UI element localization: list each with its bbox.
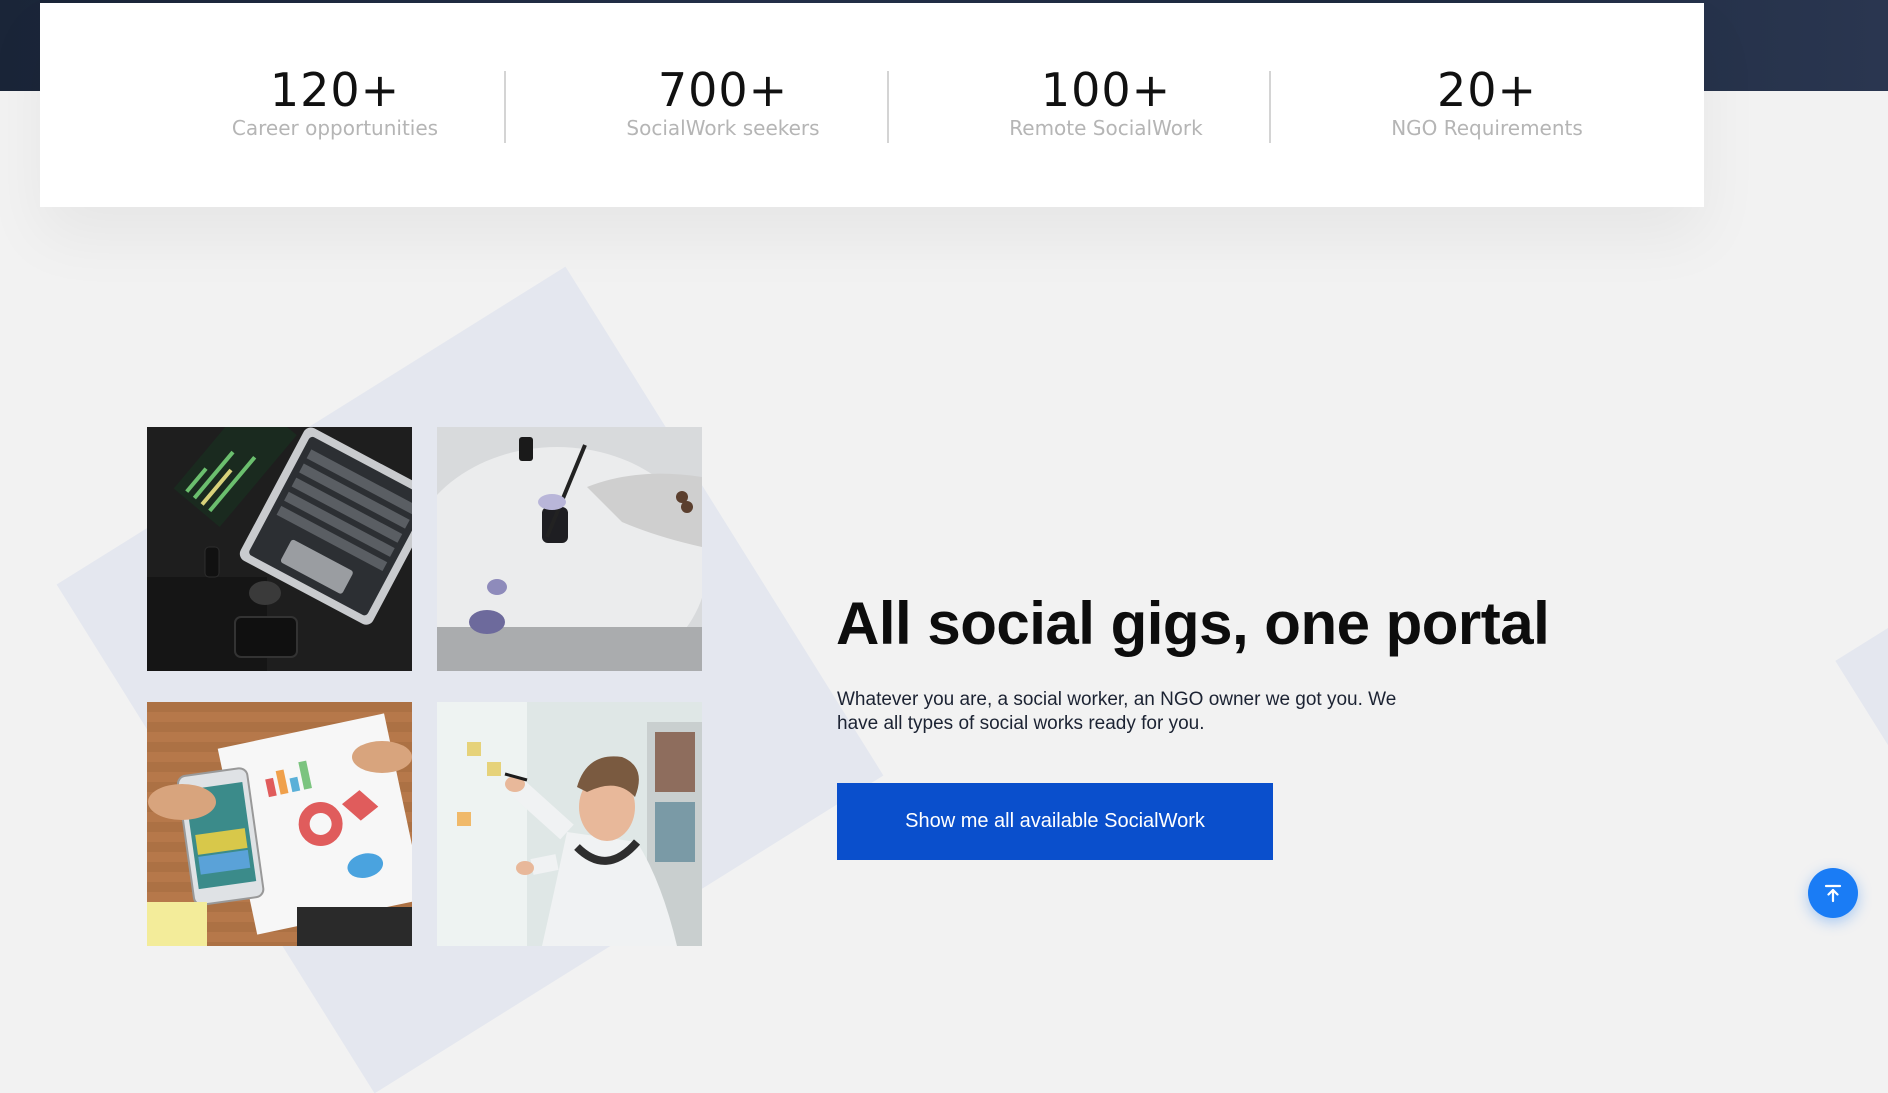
decorative-diamond: [56, 266, 884, 1093]
stat-career-opportunities: 120+ Career opportunities: [145, 63, 525, 141]
photo-tablet-charts: [147, 702, 412, 946]
stat-number: 100+: [1040, 63, 1172, 117]
stat-number: 20+: [1436, 63, 1538, 117]
photo-man-whiteboard: [437, 702, 702, 946]
arrow-up-to-line-icon: [1822, 882, 1844, 904]
stat-label: Remote SocialWork: [1009, 116, 1203, 140]
section-title: All social gigs, one portal: [836, 590, 1550, 657]
scroll-to-top-button[interactable]: [1808, 868, 1858, 918]
section-description: Whatever you are, a social worker, an NG…: [837, 689, 1397, 734]
stat-divider: [887, 71, 889, 143]
stat-divider: [1269, 71, 1271, 143]
decorative-diamond-right: [1835, 597, 1888, 763]
stat-divider: [504, 71, 506, 143]
show-all-socialwork-button[interactable]: Show me all available SocialWork: [837, 783, 1273, 860]
stats-card: 120+ Career opportunities 700+ SocialWor…: [40, 3, 1704, 207]
photo-hand-ink-pen: [437, 427, 702, 671]
stat-socialwork-seekers: 700+ SocialWork seekers: [533, 63, 913, 141]
stat-label: NGO Requirements: [1391, 116, 1583, 140]
stat-remote-socialwork: 100+ Remote SocialWork: [916, 63, 1296, 141]
stat-ngo-requirements: 20+ NGO Requirements: [1297, 63, 1677, 141]
stat-label: Career opportunities: [231, 116, 439, 140]
stat-number: 700+: [657, 63, 789, 117]
stat-number: 120+: [269, 63, 401, 117]
photo-laptop-desk: [147, 427, 412, 671]
stat-label: SocialWork seekers: [626, 116, 820, 140]
